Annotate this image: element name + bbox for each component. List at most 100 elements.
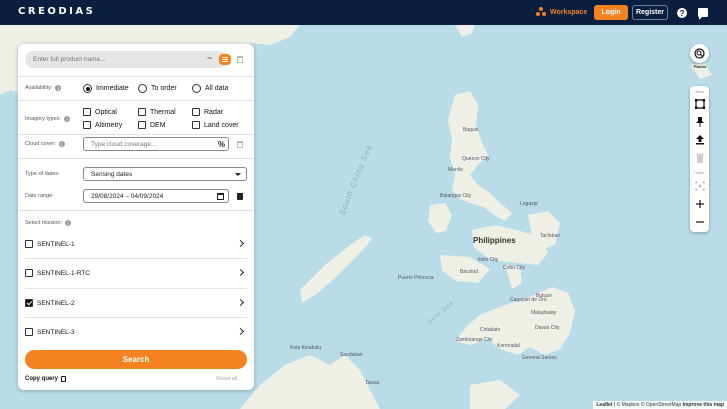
workspace-link[interactable]: Workspace [536, 7, 587, 17]
info-icon: i [65, 220, 71, 226]
city-label: Cebu City [503, 265, 525, 271]
select-mission-label: Select mission: i [25, 220, 71, 226]
divider [18, 100, 254, 101]
imagery-thermal-checkbox[interactable]: Thermal [138, 108, 176, 116]
mission-sentinel-1[interactable]: SENTINEL-1 [25, 235, 247, 253]
divider [18, 134, 254, 135]
mission-sentinel-1-rtc[interactable]: SENTINEL-1-RTC [25, 264, 247, 282]
help-icon[interactable]: ? [677, 8, 687, 18]
reset-all-button[interactable]: Reset all [216, 376, 237, 382]
city-label: Quezon City [462, 156, 490, 162]
city-label: Butuan [536, 293, 552, 299]
city-label: Kota Kinabalu [290, 345, 322, 351]
imagery-types-label: Imagery types: i [25, 116, 71, 122]
places-button[interactable] [690, 44, 709, 63]
mission-sentinel-2[interactable]: SENTINEL-2 [25, 294, 247, 312]
upload-icon[interactable] [694, 134, 705, 145]
workspace-label: Workspace [550, 8, 588, 16]
chat-icon[interactable] [698, 8, 708, 20]
places-icon [694, 48, 705, 59]
city-label: General Santos [522, 355, 557, 361]
chevron-right-icon [236, 239, 245, 248]
clear-date-icon[interactable] [237, 193, 243, 200]
imagery-land-cover-checkbox[interactable]: Land cover [192, 121, 239, 129]
product-search-bar: ~ [25, 51, 231, 68]
info-icon: i [55, 85, 62, 91]
imagery-altimetry-checkbox[interactable]: Altimetry [83, 121, 122, 129]
city-label: Tawau [365, 380, 380, 386]
availability-label: Availability: i [25, 85, 62, 91]
imagery-radar-checkbox[interactable]: Radar [192, 108, 223, 116]
mission-sentinel-3[interactable]: SENTINEL-3 [25, 323, 247, 341]
map-toolbar: Area View [690, 86, 709, 232]
city-label: Zamboanga City [456, 337, 493, 343]
product-name-input[interactable] [33, 54, 193, 65]
list-icon[interactable] [219, 54, 231, 65]
places-label: Places [693, 64, 707, 69]
creodias-logo[interactable]: CREODIAS [18, 6, 95, 17]
mapbox-link[interactable]: © Mapbox [617, 402, 640, 408]
osm-link[interactable]: © OpenStreetMap [641, 402, 681, 408]
clear-cloud-icon[interactable] [237, 141, 243, 148]
view-label: View [695, 170, 704, 175]
percent-icon: % [217, 140, 225, 149]
mission-checkbox [25, 240, 33, 248]
divider [18, 210, 254, 211]
info-icon: i [58, 141, 65, 147]
city-label: Legazpi [520, 201, 538, 207]
date-range-label: Date range: [25, 193, 54, 199]
register-button[interactable]: Register [632, 5, 668, 20]
copy-query-button[interactable]: Copy query [25, 376, 67, 382]
date-range-input[interactable]: 29/08/2024 – 04/09/2024 [83, 189, 229, 203]
imagery-optical-checkbox[interactable]: Optical [83, 108, 117, 116]
city-label: Bacolod [460, 269, 479, 275]
availability-to-order-radio[interactable]: To order [138, 84, 177, 93]
city-label: Tacloban [540, 233, 561, 239]
availability-immediate-radio[interactable]: Immediate [83, 84, 129, 93]
zoom-in-icon[interactable] [694, 198, 705, 209]
chevron-right-icon [236, 327, 245, 336]
cloud-cover-input[interactable]: Type cloud coverage... % [83, 137, 229, 151]
city-label: Sandakan [340, 352, 363, 358]
search-panel: ~ Availability:i Immediate To order All … [18, 44, 254, 390]
map-attribution: Leaflet | © Mapbox © OpenStreetMap Impro… [593, 401, 727, 409]
imagery-dem-checkbox[interactable]: DEM [138, 121, 166, 129]
chevron-right-icon [236, 298, 245, 307]
similarity-toggle-icon[interactable]: ~ [207, 53, 212, 63]
workspace-icon [536, 7, 546, 17]
city-label: Iloilo City [478, 257, 499, 263]
type-of-dates-label: Type of dates: [25, 171, 60, 177]
leaflet-link[interactable]: Leaflet [596, 402, 612, 408]
pin-icon[interactable] [694, 116, 705, 127]
area-label: Area [695, 89, 704, 94]
delete-area-icon[interactable] [694, 152, 705, 163]
draw-rectangle-icon[interactable] [694, 98, 705, 109]
chevron-down-icon [235, 173, 241, 176]
fit-view-icon[interactable] [694, 180, 705, 191]
top-bar: CREODIAS Workspace Login Register ? [0, 0, 727, 25]
cloud-cover-label: Cloud cover: i [25, 141, 65, 147]
city-label: Davao City [535, 325, 560, 331]
city-label: Puerto Princesa [398, 275, 434, 281]
chevron-right-icon [236, 268, 245, 277]
availability-all-data-radio[interactable]: All data [192, 84, 228, 93]
mission-checkbox [25, 328, 33, 336]
divider [18, 76, 254, 77]
country-label: Philippines [473, 236, 516, 245]
mission-checkbox [25, 299, 33, 307]
info-icon: i [64, 116, 71, 122]
divider [18, 158, 254, 159]
city-label: Malaybalay [531, 310, 557, 316]
city-label: Manila [448, 167, 463, 173]
clear-search-icon[interactable] [237, 56, 243, 63]
copy-icon [61, 376, 67, 382]
improve-map-link[interactable]: Improve this map [683, 402, 724, 408]
type-of-dates-select[interactable]: Sensing dates [83, 167, 247, 181]
login-button[interactable]: Login [594, 5, 628, 20]
search-button[interactable]: Search [25, 350, 247, 369]
zoom-out-icon[interactable] [694, 216, 705, 227]
mission-checkbox [25, 269, 33, 277]
city-label: Koronadal [497, 343, 520, 349]
city-label: Baguio [463, 127, 479, 133]
calendar-icon [217, 193, 224, 200]
